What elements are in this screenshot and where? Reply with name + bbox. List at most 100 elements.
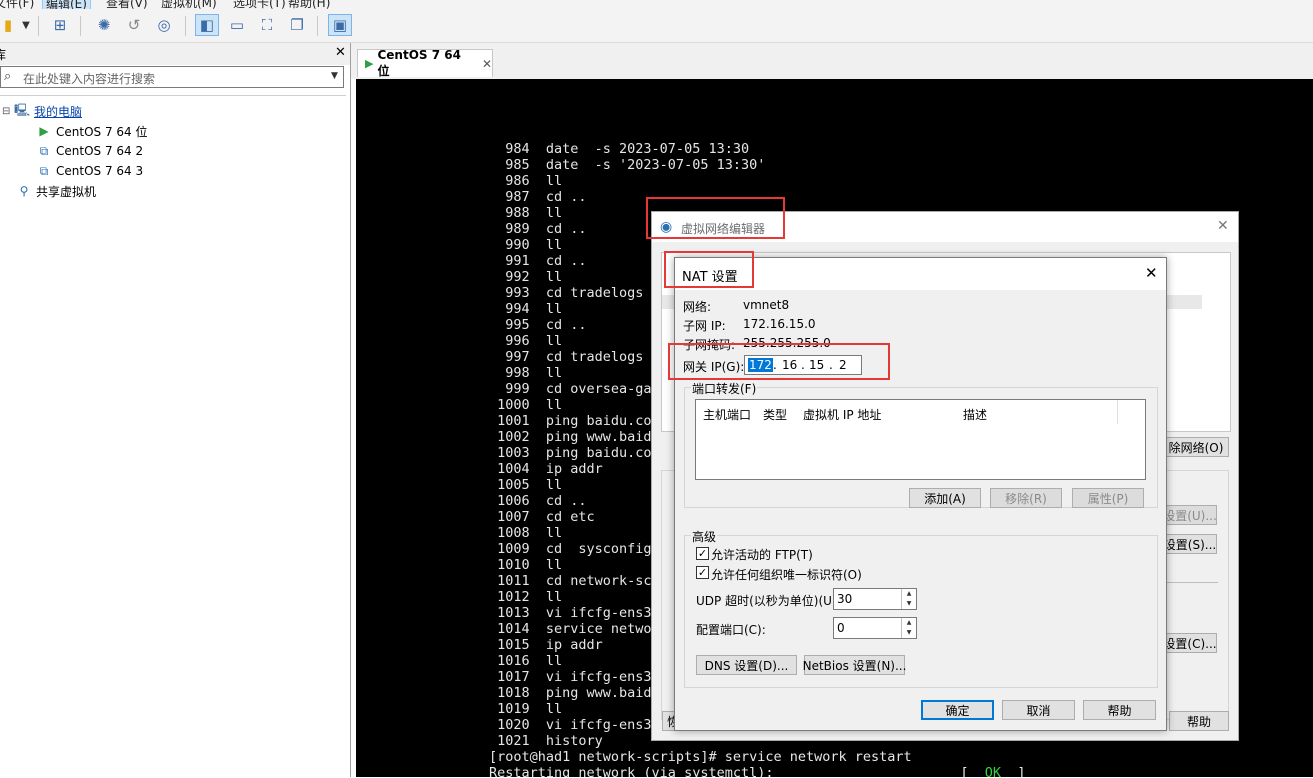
close-tab-icon[interactable]: ✕ xyxy=(482,57,492,71)
spin-down-icon[interactable]: ▼ xyxy=(901,628,916,638)
terminal-line: 1001 ping baidu.com xyxy=(489,413,660,429)
terminal-line: 1015 ip addr xyxy=(489,637,603,653)
spin-up-icon[interactable]: ▲ xyxy=(901,589,916,599)
chevron-down-icon[interactable]: ▼ xyxy=(331,71,338,81)
terminal-line: 994 ll xyxy=(489,301,563,317)
port-forwarding-list[interactable]: 主机端口 类型 虚拟机 IP 地址 描述 xyxy=(695,399,1146,480)
config-port-stepper[interactable]: 0 ▲ ▼ xyxy=(833,617,917,639)
vm-icon: ⧉ xyxy=(39,143,49,158)
terminal-line: 1002 ping www.baidu xyxy=(489,429,660,445)
terminal-line: 1014 service networ xyxy=(489,621,660,637)
tab-label: CentOS 7 64 位 xyxy=(377,48,461,78)
allow-oui-checkbox[interactable]: ✓ xyxy=(696,566,709,579)
terminal-line: 998 ll xyxy=(489,365,563,381)
spin-up-icon[interactable]: ▲ xyxy=(901,618,916,628)
tree-item-my-computer[interactable]: ⊟ 🖳 我的电脑 xyxy=(2,102,82,120)
unity-icon[interactable]: ❐ xyxy=(285,14,309,36)
terminal-line: 1005 ll xyxy=(489,477,563,493)
tree-label-my-computer: 我的电脑 xyxy=(34,104,83,119)
vm-running-icon: ▶ xyxy=(365,57,374,70)
menu-edit[interactable]: 编辑(E) xyxy=(42,0,91,9)
snapshot-manager-icon[interactable]: ◎ xyxy=(152,14,176,36)
toolbar-separator xyxy=(317,16,318,36)
annotation-box-gateway xyxy=(668,343,890,380)
terminal-line: 996 ll xyxy=(489,333,563,349)
terminal-line: 999 cd oversea-gat xyxy=(489,381,660,397)
udp-timeout-stepper[interactable]: 30 ▲ ▼ xyxy=(833,588,917,610)
ok-status: OK xyxy=(984,765,1002,777)
search-icon: ⌕ xyxy=(4,69,12,84)
menu-view[interactable]: 查看(V) xyxy=(106,0,148,9)
udp-timeout-value: 30 xyxy=(837,592,853,606)
tree-item-vm-3[interactable]: ⧉ CentOS 7 64 3 xyxy=(36,162,143,180)
thumbnail-bar-icon[interactable]: ▭ xyxy=(225,14,249,36)
terminal-line: 1004 ip addr xyxy=(489,461,603,477)
settings-s-button[interactable]: 设置(S)... xyxy=(1163,534,1217,554)
dns-settings-button[interactable]: DNS 设置(D)... xyxy=(696,655,797,675)
terminal-line: 989 cd .. xyxy=(489,221,587,237)
cancel-button[interactable]: 取消 xyxy=(1002,700,1075,720)
menu-tabs[interactable]: 选项卡(T) xyxy=(233,0,286,9)
tab-centos-7-64[interactable]: ▶ CentOS 7 64 位 ✕ xyxy=(357,48,493,78)
menu-file[interactable]: 文件(F) xyxy=(0,0,34,9)
terminal-line: 1017 vi ifcfg-ens33 xyxy=(489,669,660,685)
revert-snapshot-icon[interactable]: ↺ xyxy=(122,14,146,36)
col-type[interactable]: 类型 xyxy=(763,406,787,423)
console-view-icon[interactable]: ▣ xyxy=(328,14,352,36)
properties-button[interactable]: 属性(P) xyxy=(1072,488,1144,508)
terminal-line: 1003 ping baidu.com xyxy=(489,445,660,461)
divider xyxy=(1163,582,1218,583)
close-icon[interactable]: ✕ xyxy=(335,45,346,60)
terminal-line: 1008 ll xyxy=(489,525,563,541)
help-button[interactable]: 帮助 xyxy=(1169,711,1229,731)
nat-settings-dialog: NAT 设置 ✕ 网络: vmnet8 子网 IP: 172.16.15.0 子… xyxy=(674,257,1167,731)
terminal-line: 1007 cd etc xyxy=(489,509,595,525)
config-port-value: 0 xyxy=(837,621,845,635)
terminal-line: 990 ll xyxy=(489,237,563,253)
network-icon[interactable]: ⊞ xyxy=(48,14,72,36)
close-icon[interactable]: ✕ xyxy=(1145,264,1158,282)
add-button[interactable]: 添加(A) xyxy=(909,488,981,508)
col-host-port[interactable]: 主机端口 xyxy=(703,406,751,423)
menu-help[interactable]: 帮助(H) xyxy=(288,0,330,9)
library-header: 库 ✕ xyxy=(0,43,350,65)
terminal-line: 1013 vi ifcfg-ens33 xyxy=(489,605,660,621)
column-divider xyxy=(1117,400,1118,424)
config-port-label: 配置端口(C): xyxy=(696,623,766,637)
show-library-icon[interactable]: ◧ xyxy=(195,14,219,36)
collapse-icon[interactable]: ⊟ xyxy=(2,106,14,117)
chevron-down-icon[interactable]: ▼ xyxy=(14,14,38,36)
close-icon[interactable]: ✕ xyxy=(1217,218,1229,234)
settings-u-button[interactable]: 设置(U)... xyxy=(1163,505,1217,525)
terminal-line: [root@had1 network-scripts]# service net… xyxy=(489,749,912,765)
tree-item-vm-1[interactable]: ▶ CentOS 7 64 位 xyxy=(36,122,147,140)
col-vm-ip[interactable]: 虚拟机 IP 地址 xyxy=(803,406,881,423)
terminal-line: 1020 vi ifcfg-ens33 xyxy=(489,717,660,733)
terminal-line: 1010 ll xyxy=(489,557,563,573)
terminal-line: 997 cd tradelogs xyxy=(489,349,644,365)
remove-button[interactable]: 移除(R) xyxy=(990,488,1062,508)
col-description[interactable]: 描述 xyxy=(963,406,987,423)
tree-item-vm-2[interactable]: ⧉ CentOS 7 64 2 xyxy=(36,142,143,160)
tree-label-shared-vms: 共享虚拟机 xyxy=(36,184,97,199)
allow-ftp-checkbox[interactable]: ✓ xyxy=(696,547,709,560)
fullscreen-icon[interactable]: ⛶ xyxy=(255,14,279,36)
tree-item-shared-vms[interactable]: ⚲ 共享虚拟机 xyxy=(16,182,96,200)
settings-c-button[interactable]: 设置(C)... xyxy=(1163,633,1217,653)
terminal-line: 995 cd .. xyxy=(489,317,587,333)
snapshot-icon[interactable]: ✺ xyxy=(92,14,116,36)
toolbar-separator xyxy=(80,16,81,36)
netbios-settings-button[interactable]: NetBios 设置(N)... xyxy=(803,655,906,675)
remove-network-button[interactable]: 除网络(O) xyxy=(1163,437,1229,457)
terminal-line: 1018 ping www.baidu xyxy=(489,685,660,701)
allow-oui-label: 允许任何组织唯一标识符(O) xyxy=(711,568,862,582)
library-tree: ⊟ 🖳 我的电脑 ▶ CentOS 7 64 位 ⧉ CentOS 7 64 2… xyxy=(0,95,346,778)
library-search-input[interactable]: ⌕ 在此处键入内容进行搜索 ▼ xyxy=(0,66,344,88)
menu-vm[interactable]: 虚拟机(M) xyxy=(161,0,217,9)
help-button[interactable]: 帮助 xyxy=(1083,700,1156,720)
toolbar: ▮ ▼ ⊞ ✺ ↺ ◎ ◧ ▭ ⛶ ❐ ▣ xyxy=(0,9,1313,43)
terminal-line: 1021 history xyxy=(489,733,603,749)
terminal-line: 993 cd tradelogs xyxy=(489,285,644,301)
spin-down-icon[interactable]: ▼ xyxy=(901,599,916,609)
ok-button[interactable]: 确定 xyxy=(921,700,994,720)
